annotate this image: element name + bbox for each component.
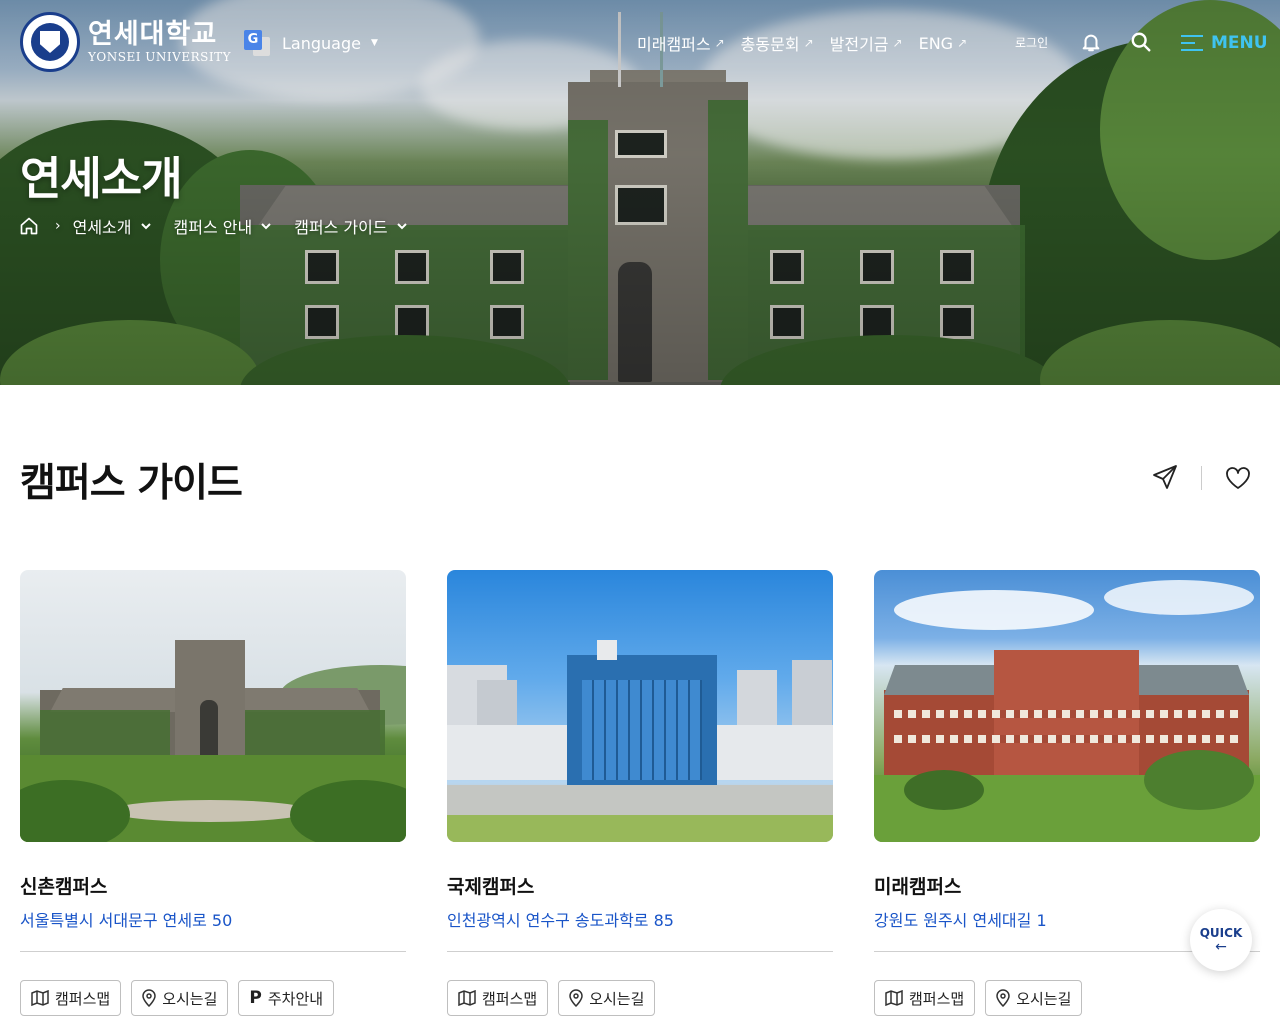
campus-photo[interactable]: [20, 570, 406, 842]
nav-link-mirae-campus[interactable]: 미래캠퍼스 ↗: [637, 31, 725, 55]
location-pin-icon: [569, 989, 583, 1007]
chevron-right-icon: ›: [55, 218, 61, 234]
language-selector[interactable]: G Language ▼: [244, 30, 378, 56]
campus-name: 국제캠퍼스: [447, 876, 535, 898]
quick-label: QUICK: [1199, 926, 1243, 940]
campus-photo[interactable]: [874, 570, 1260, 842]
campus-card-international: 국제캠퍼스 인천광역시 연수구 송도과학로 85 캠퍼스맵 오시는길: [447, 570, 833, 1016]
chevron-down-icon: [261, 223, 271, 230]
campus-photo[interactable]: [447, 570, 833, 842]
campus-map-button[interactable]: 캠퍼스맵: [20, 980, 122, 1016]
chevron-down-icon: [140, 223, 151, 230]
location-pin-icon: [142, 989, 156, 1007]
heart-icon[interactable]: [1224, 464, 1252, 492]
bell-icon[interactable]: [1080, 31, 1102, 53]
external-link-icon: ↗: [892, 36, 903, 50]
menu-label: MENU: [1211, 33, 1268, 53]
home-icon[interactable]: [19, 216, 39, 236]
location-pin-icon: [996, 989, 1010, 1007]
chevron-down-icon: [396, 223, 407, 230]
card-divider: [20, 951, 406, 952]
external-link-icon: ↗: [803, 36, 814, 50]
language-label: Language: [282, 33, 361, 53]
directions-button[interactable]: 오시는길: [558, 980, 656, 1016]
campus-address: 인천광역시 연수구 송도과학로 85: [447, 911, 674, 930]
map-icon: [31, 990, 49, 1006]
campus-card-sinchon: 신촌캠퍼스 서울특별시 서대문구 연세로 50 캠퍼스맵 오시는길 P 주차안내: [20, 570, 406, 1016]
card-divider: [447, 951, 833, 952]
menu-button[interactable]: MENU: [1181, 30, 1268, 56]
share-icon[interactable]: [1151, 463, 1179, 491]
directions-button[interactable]: 오시는길: [985, 980, 1083, 1016]
campus-map-button[interactable]: 캠퍼스맵: [447, 980, 549, 1016]
hamburger-icon: [1181, 30, 1203, 56]
caret-down-icon: ▼: [370, 38, 378, 48]
nav-link-english[interactable]: ENG ↗: [919, 34, 968, 53]
translate-icon: G: [244, 30, 270, 56]
arrow-left-icon: ←: [1215, 939, 1227, 955]
search-icon[interactable]: [1130, 31, 1152, 53]
map-icon: [458, 990, 476, 1006]
breadcrumb-item-about[interactable]: 연세소개: [73, 214, 152, 238]
nav-link-development-fund[interactable]: 발전기금 ↗: [830, 31, 903, 55]
campus-map-button[interactable]: 캠퍼스맵: [874, 980, 976, 1016]
logo-english: YONSEI UNIVERSITY: [88, 50, 231, 64]
breadcrumb-item-campus-guide[interactable]: 캠퍼스 가이드: [294, 214, 407, 238]
nav-link-alumni[interactable]: 총동문회 ↗: [741, 31, 814, 55]
campus-address: 서울특별시 서대문구 연세로 50: [20, 911, 233, 930]
logo-wordmark: 연세대학교 YONSEI UNIVERSITY: [88, 19, 231, 65]
quick-menu-button[interactable]: QUICK ←: [1190, 909, 1252, 971]
map-icon: [885, 990, 903, 1006]
university-logo[interactable]: 연세대학교 YONSEI UNIVERSITY: [20, 12, 231, 72]
breadcrumb-item-campus-info[interactable]: 캠퍼스 안내: [174, 214, 273, 238]
parking-button[interactable]: P 주차안내: [238, 980, 335, 1016]
page-title: 캠퍼스 가이드: [20, 461, 243, 506]
action-divider: [1201, 466, 1202, 490]
parking-icon: P: [249, 988, 262, 1008]
external-link-icon: ↗: [714, 36, 725, 50]
campus-name: 미래캠퍼스: [874, 876, 962, 898]
campus-name: 신촌캠퍼스: [20, 876, 108, 898]
external-link-icon: ↗: [957, 36, 968, 50]
login-link[interactable]: 로그인: [1015, 34, 1048, 51]
university-seal-icon: [20, 12, 80, 72]
breadcrumb: › 연세소개 캠퍼스 안내 캠퍼스 가이드: [19, 214, 430, 238]
site-header: 연세대학교 YONSEI UNIVERSITY G Language ▼ 미래캠…: [0, 0, 1280, 86]
logo-korean: 연세대학교: [88, 19, 218, 50]
top-nav: 미래캠퍼스 ↗ 총동문회 ↗ 발전기금 ↗ ENG ↗: [637, 31, 983, 55]
hero-title: 연세소개: [20, 152, 183, 205]
directions-button[interactable]: 오시는길: [131, 980, 229, 1016]
